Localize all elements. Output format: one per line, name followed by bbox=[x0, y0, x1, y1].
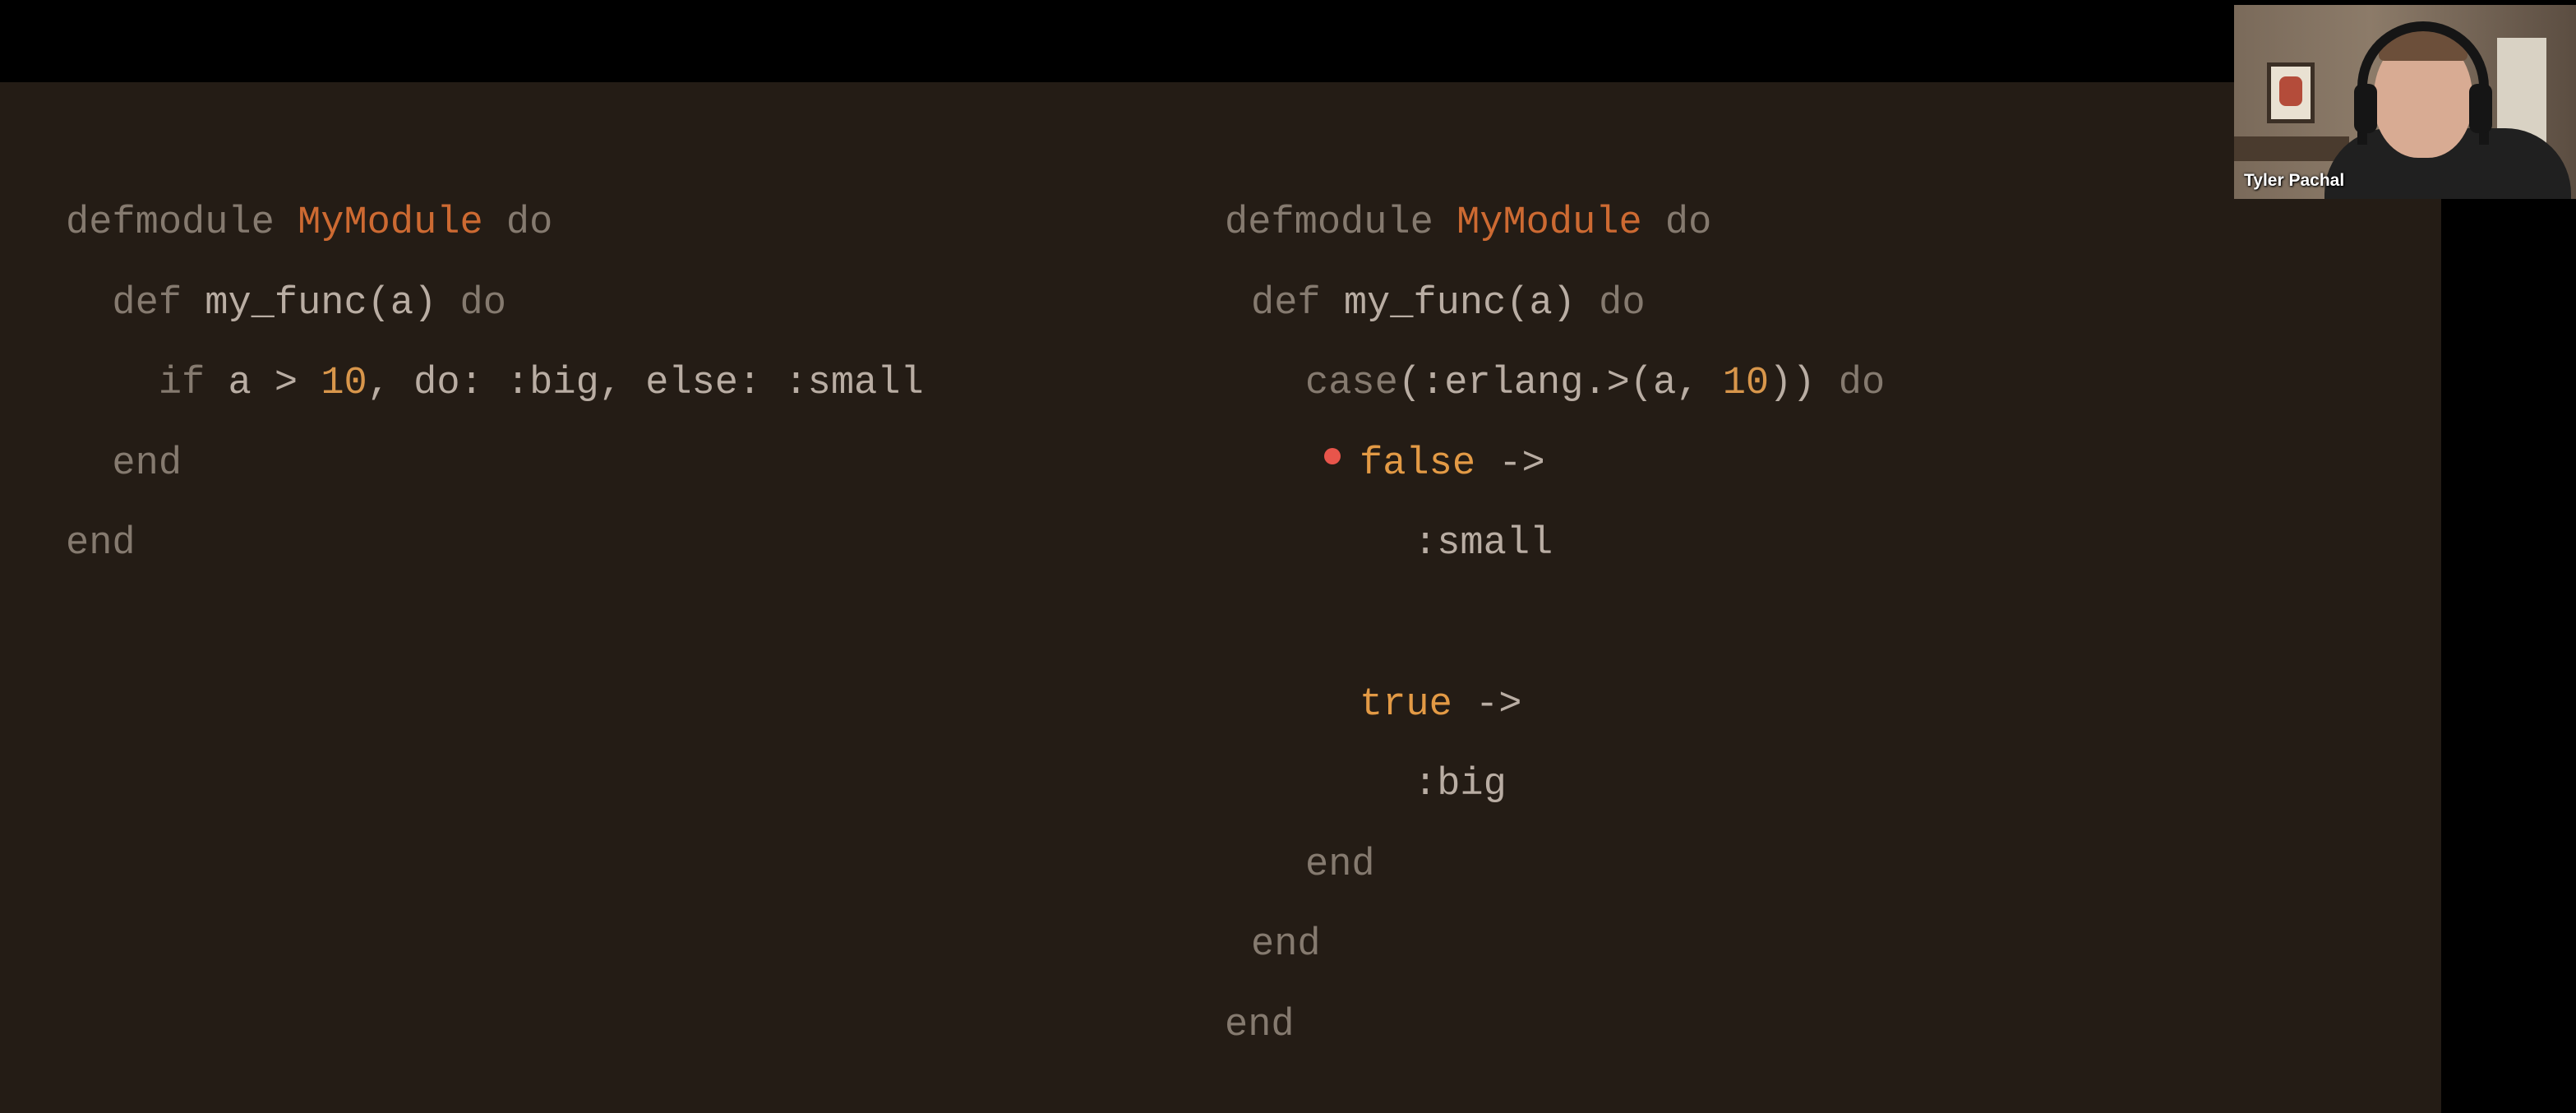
keyword: def bbox=[1251, 282, 1321, 326]
code-line: end bbox=[1225, 1001, 1295, 1051]
wall-picture bbox=[2267, 62, 2315, 123]
keyword: case bbox=[1305, 362, 1398, 405]
code-line: end bbox=[1251, 921, 1321, 970]
participant-video-tile[interactable]: Tyler Pachal bbox=[2234, 5, 2576, 199]
code-line: false -> bbox=[1360, 440, 1545, 489]
arrow: -> bbox=[1475, 683, 1522, 727]
boolean-literal: true bbox=[1360, 683, 1452, 727]
presentation-slide: defmodule MyModule do def my_func(a) do … bbox=[0, 82, 2441, 1113]
keyword: end bbox=[1251, 923, 1321, 967]
expression: , do: :big, else: :small bbox=[367, 362, 924, 405]
keyword: do bbox=[506, 201, 553, 245]
keyword: if bbox=[158, 362, 205, 405]
picture-art bbox=[2279, 76, 2302, 106]
code-line: defmodule MyModule do bbox=[1225, 199, 1711, 248]
code-line: def my_func(a) do bbox=[1251, 279, 1646, 329]
participant-name: Tyler Pachal bbox=[2244, 171, 2345, 190]
headphone-ear-left bbox=[2354, 84, 2377, 133]
code-line: end bbox=[66, 520, 136, 569]
keyword: do bbox=[459, 282, 506, 326]
expression: (:erlang.>(a, bbox=[1397, 362, 1700, 405]
code-line: end bbox=[1305, 841, 1375, 890]
top-black-bar bbox=[0, 0, 2576, 82]
number-literal: 10 bbox=[1722, 362, 1770, 405]
code-line: if a > 10, do: :big, else: :small bbox=[66, 359, 924, 409]
module-name: MyModule bbox=[298, 201, 483, 245]
atom-literal: :big bbox=[1414, 763, 1507, 806]
keyword: end bbox=[66, 522, 136, 566]
function-name: my_func(a) bbox=[1343, 282, 1576, 326]
code-line: case(:erlang.>(a, 10)) do bbox=[1305, 359, 1885, 409]
code-line: def my_func(a) do bbox=[66, 279, 506, 329]
atom-literal: :small bbox=[1414, 522, 1553, 566]
code-line: :big bbox=[1414, 760, 1507, 810]
keyword: def bbox=[112, 282, 182, 326]
keyword: defmodule bbox=[66, 201, 275, 245]
arrow: -> bbox=[1498, 442, 1545, 486]
keyword: do bbox=[1838, 362, 1886, 405]
keyword: end bbox=[112, 442, 182, 486]
number-literal: 10 bbox=[321, 362, 367, 405]
expression: )) bbox=[1769, 362, 1816, 405]
boolean-literal: false bbox=[1360, 442, 1476, 486]
keyword: end bbox=[1305, 843, 1375, 887]
keyword: do bbox=[1664, 201, 1712, 245]
code-line: true -> bbox=[1360, 681, 1521, 730]
code-line: defmodule MyModule do bbox=[66, 199, 552, 248]
keyword: do bbox=[1599, 282, 1646, 326]
code-line: end bbox=[66, 440, 182, 489]
module-name: MyModule bbox=[1457, 201, 1642, 245]
laser-pointer-dot bbox=[1324, 448, 1341, 464]
shelf bbox=[2234, 136, 2349, 161]
keyword: end bbox=[1225, 1004, 1295, 1047]
keyword: defmodule bbox=[1225, 201, 1433, 245]
expression: a > bbox=[228, 362, 298, 405]
headphone-ear-right bbox=[2469, 84, 2492, 133]
function-name: my_func(a) bbox=[205, 282, 437, 326]
code-line: :small bbox=[1414, 520, 1553, 569]
